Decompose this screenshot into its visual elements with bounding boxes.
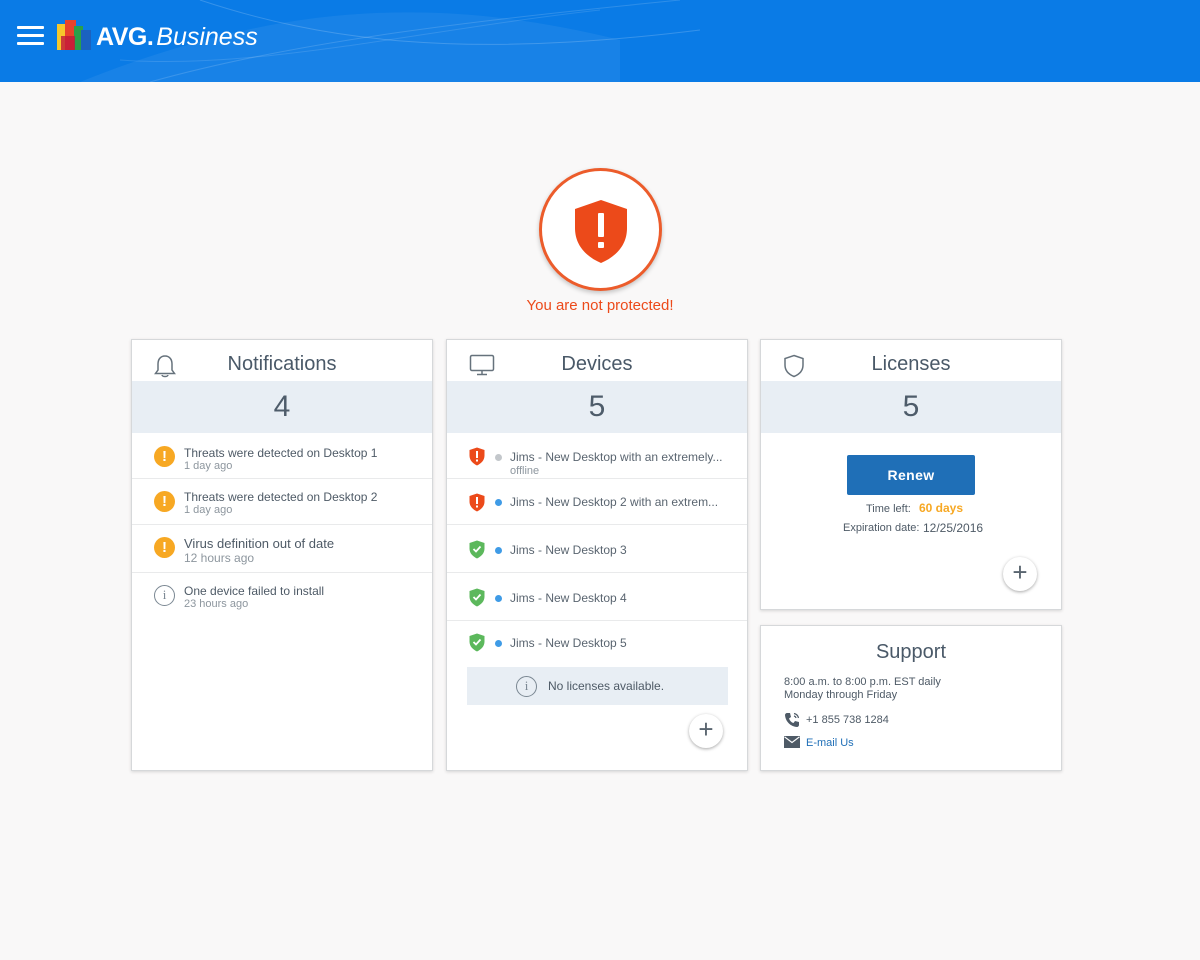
support-phone[interactable]: +1 855 738 1284: [806, 714, 889, 726]
support-hours: 8:00 a.m. to 8:00 p.m. EST daily: [784, 676, 941, 688]
online-status-dot: [495, 595, 502, 602]
notification-item[interactable]: ! Virus definition out of date 12 hours …: [132, 525, 432, 573]
status-text: You are not protected!: [526, 297, 674, 314]
device-name: Jims - New Desktop 3: [510, 543, 627, 557]
safe-shield-icon: [469, 540, 485, 559]
notification-title: Threats were detected on Desktop 2: [184, 490, 378, 504]
devices-title: Devices: [561, 353, 633, 375]
brand-name: AVG. Business: [96, 23, 258, 51]
notifications-header: Notifications: [132, 340, 432, 381]
email-us-link[interactable]: E-mail Us: [806, 737, 854, 749]
device-row[interactable]: Jims - New Desktop with an extremely... …: [447, 433, 747, 479]
notification-item[interactable]: i One device failed to install 23 hours …: [132, 573, 432, 621]
notification-title: Virus definition out of date: [184, 536, 335, 551]
support-title: Support: [875, 641, 947, 663]
support-card: Support 8:00 a.m. to 8:00 p.m. EST daily…: [760, 625, 1062, 771]
device-row[interactable]: Jims - New Desktop 2 with an extrem...: [447, 479, 747, 525]
top-bar: AVG. Business: [0, 0, 1200, 82]
warning-icon: !: [154, 491, 175, 512]
device-name: Jims - New Desktop 4: [510, 591, 627, 605]
time-left-value: 60 days: [919, 501, 964, 515]
alert-shield-icon: [469, 493, 485, 512]
devices-header: Devices: [447, 340, 747, 381]
expiration-label: Expiration date:: [843, 522, 920, 534]
support-days: Monday through Friday: [784, 689, 898, 701]
brand-italic: Business: [156, 23, 258, 51]
notifications-count: 4: [132, 381, 432, 433]
notification-item[interactable]: ! Threats were detected on Desktop 2 1 d…: [132, 479, 432, 525]
info-icon: i: [154, 585, 175, 606]
licenses-count: 5: [761, 381, 1061, 433]
warning-icon: !: [154, 537, 175, 558]
notification-time: 1 day ago: [184, 504, 233, 516]
no-licenses-text: No licenses available.: [548, 679, 665, 693]
no-licenses-banner: i No licenses available.: [467, 667, 728, 705]
online-status-dot: [495, 640, 502, 647]
offline-status-dot: [495, 454, 502, 461]
licenses-card: Licenses 5 Renew Time left: 60 days Expi…: [760, 339, 1062, 610]
notification-title: One device failed to install: [184, 584, 325, 598]
device-name: Jims - New Desktop 2 with an extrem...: [510, 495, 719, 509]
renew-button[interactable]: Renew: [847, 455, 975, 495]
device-name: Jims - New Desktop 5: [510, 636, 627, 650]
info-icon: i: [516, 676, 537, 697]
notification-time: 1 day ago: [184, 460, 233, 472]
shield-alert-icon: [575, 200, 627, 263]
notification-time: 12 hours ago: [184, 551, 255, 565]
licenses-title: Licenses: [871, 353, 951, 375]
brand-bold: AVG.: [96, 23, 154, 51]
phone-icon: [785, 712, 800, 727]
warning-icon: !: [154, 446, 175, 467]
notification-item[interactable]: ! Threats were detected on Desktop 1 1 d…: [132, 433, 432, 479]
notifications-card: Notifications 4 ! Threats were detected …: [131, 339, 433, 771]
device-status: offline: [510, 465, 540, 477]
devices-card: Devices 5 Jims - New Desktop with an ext…: [446, 339, 748, 771]
safe-shield-icon: [469, 588, 485, 607]
protection-status: [539, 168, 662, 291]
alert-shield-icon: [469, 447, 485, 466]
avg-logo-icon: [57, 20, 91, 50]
time-left-label: Time left:: [866, 503, 911, 515]
licenses-header: Licenses: [761, 340, 1061, 381]
device-row[interactable]: Jims - New Desktop 5: [447, 621, 747, 667]
device-name: Jims - New Desktop with an extremely...: [510, 450, 723, 464]
notifications-title: Notifications: [227, 353, 337, 375]
device-row[interactable]: Jims - New Desktop 4: [447, 573, 747, 621]
menu-icon[interactable]: [17, 26, 44, 46]
online-status-dot: [495, 547, 502, 554]
notification-title: Threats were detected on Desktop 1: [184, 446, 378, 460]
expiration-value: 12/25/2016: [923, 521, 984, 535]
device-row[interactable]: Jims - New Desktop 3: [447, 525, 747, 573]
notification-time: 23 hours ago: [184, 598, 249, 610]
safe-shield-icon: [469, 633, 485, 652]
add-device-button[interactable]: +: [689, 714, 723, 748]
mail-icon: [784, 736, 800, 748]
devices-count: 5: [447, 381, 747, 433]
add-license-button[interactable]: +: [1003, 557, 1037, 591]
online-status-dot: [495, 499, 502, 506]
